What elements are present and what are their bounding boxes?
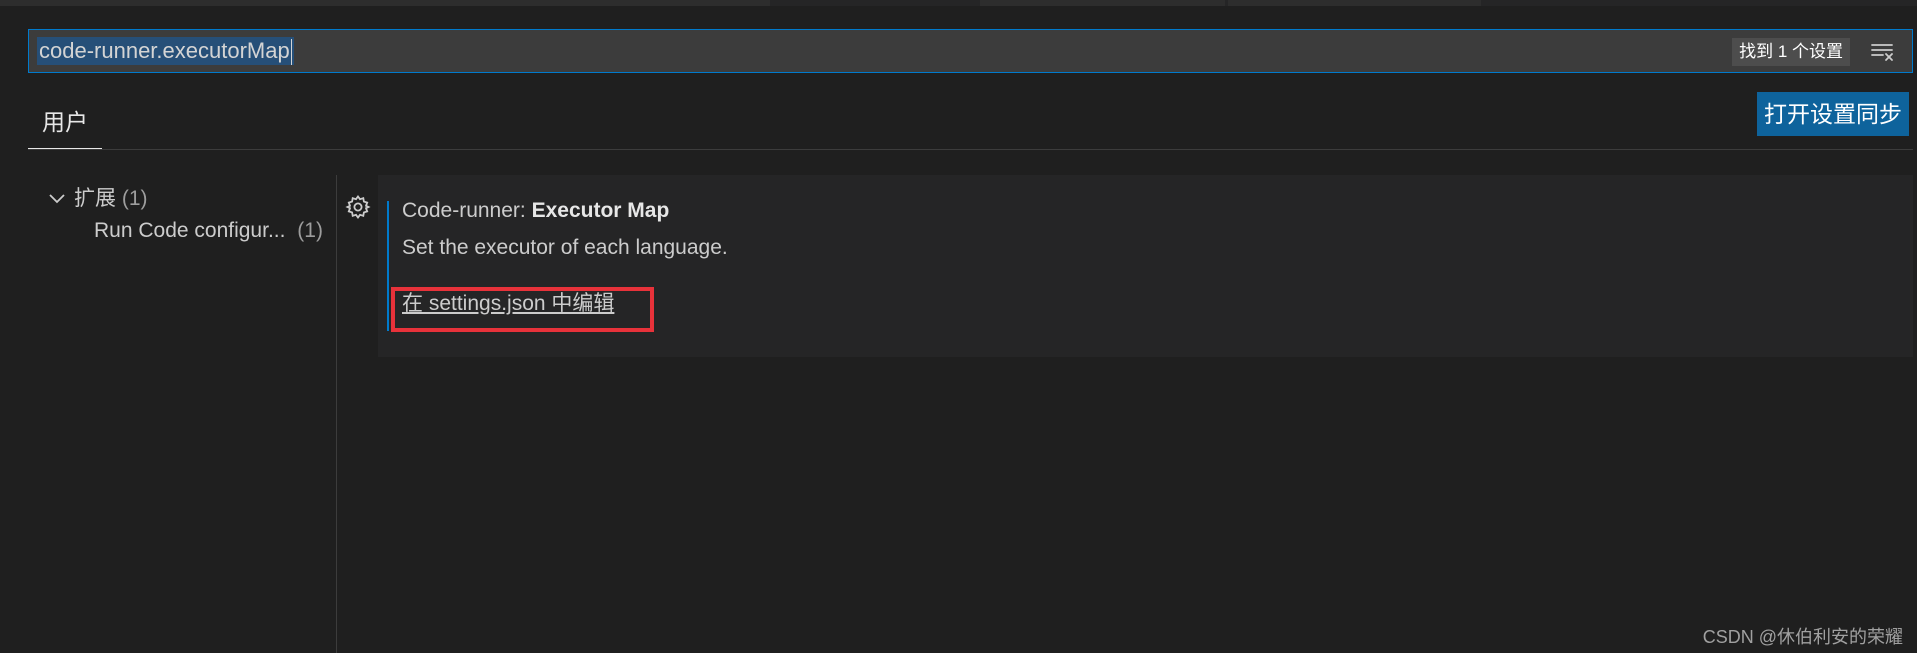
tab-strip-segment [1228,0,1481,6]
search-value-text: code-runner.executorMap [39,38,290,63]
settings-table-of-contents: 扩展 (1) Run Code configur... (1) [28,175,337,653]
search-selected-text: code-runner.executorMap [37,37,294,66]
toc-item-count: (1) [297,219,323,242]
toc-group-extensions[interactable]: 扩展 (1) [48,182,148,212]
clear-filter-button[interactable] [1868,37,1898,67]
search-result-count-badge: 找到 1 个设置 [1732,38,1850,66]
gear-icon [345,194,371,220]
chevron-down-icon [49,194,65,204]
setting-description: Set the executor of each language. [402,236,728,259]
setting-category: Code-runner: [402,199,532,222]
setting-title: Code-runner: Executor Map [402,199,669,223]
tab-user[interactable]: 用户 [28,100,102,149]
toc-group-label: 扩展 [74,187,116,210]
clear-filter-icon [1871,44,1893,61]
tab-strip-segment [0,0,770,6]
toc-item-label: Run Code configur... [94,219,286,242]
setting-gear-button[interactable] [345,194,371,220]
watermark: CSDN @休伯利安的荣耀 [1702,627,1903,647]
text-caret [290,39,292,66]
tab-strip-segment [980,0,1225,6]
toc-group-count: (1) [121,187,148,210]
editor-tab-strip [0,0,1917,6]
settings-scope-tabs: 用户 打开设置同步 [28,92,1913,150]
turn-on-settings-sync-button[interactable]: 打开设置同步 [1757,92,1909,136]
annotation-highlight-box [391,287,654,332]
setting-key: Executor Map [531,199,670,222]
setting-focus-indicator [387,201,389,331]
settings-search-box[interactable]: code-runner.executorMap 找到 1 个设置 [28,29,1913,73]
toc-item-run-code-configuration[interactable]: Run Code configur... (1) [94,219,323,243]
